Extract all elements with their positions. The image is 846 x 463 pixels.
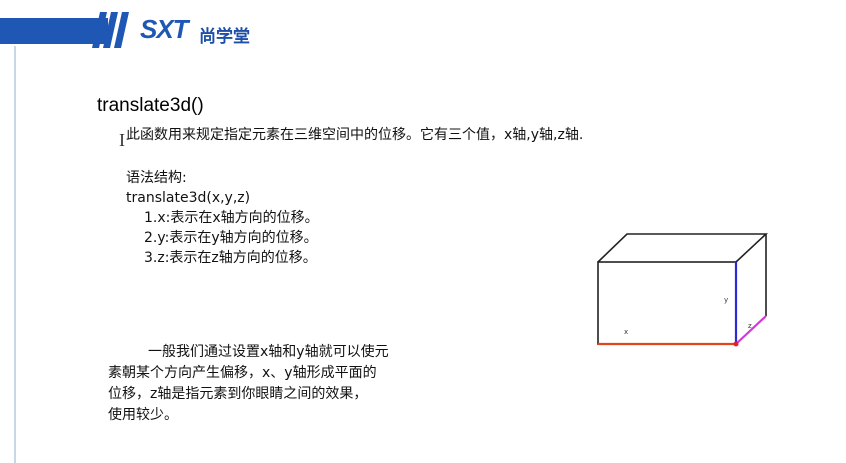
summary-line: 使用较少。 bbox=[108, 407, 178, 423]
intro-text: 此函数用来规定指定元素在三维空间中的位移。它有三个值，x轴,y轴,z轴. bbox=[126, 127, 584, 143]
param-x: 1.x:表示在x轴方向的位移。 bbox=[144, 210, 319, 226]
y-axis-label: y bbox=[724, 296, 728, 304]
logo-chinese-name: 尚学堂 bbox=[199, 27, 250, 47]
syntax-code: translate3d(x,y,z) bbox=[126, 190, 251, 206]
logo-mark: SXT bbox=[140, 14, 189, 44]
summary-line: 素朝某个方向产生偏移，x、y轴形成平面的 bbox=[108, 365, 377, 381]
box-top-face bbox=[597, 233, 769, 263]
summary-line: 位移，z轴是指元素到你眼睛之间的效果， bbox=[108, 386, 368, 402]
text-cursor-icon: I bbox=[119, 130, 125, 150]
summary-paragraph: 一般我们通过设置x轴和y轴就可以使元 素朝某个方向产生偏移，x、y轴形成平面的 … bbox=[108, 342, 438, 426]
z-axis-line bbox=[735, 315, 767, 345]
syntax-label: 语法结构: bbox=[126, 170, 187, 186]
3d-box-diagram: x y z bbox=[597, 233, 769, 347]
logo-slashes-icon bbox=[92, 12, 129, 48]
slide-title: translate3d() bbox=[97, 95, 204, 116]
param-y: 2.y:表示在y轴方向的位移。 bbox=[144, 230, 318, 246]
origin-point bbox=[733, 341, 739, 347]
x-axis-label: x bbox=[624, 328, 628, 336]
param-z: 3.z:表示在z轴方向的位移。 bbox=[144, 250, 317, 266]
header-band: SXT 尚学堂 bbox=[0, 0, 846, 58]
summary-line: 一般我们通过设置x轴和y轴就可以使元 bbox=[148, 344, 389, 360]
syntax-block: 语法结构: translate3d(x,y,z) 1.x:表示在x轴方向的位移。… bbox=[126, 168, 319, 268]
box-front-face bbox=[597, 261, 737, 345]
z-axis-label: z bbox=[748, 322, 752, 330]
left-divider bbox=[14, 46, 16, 463]
